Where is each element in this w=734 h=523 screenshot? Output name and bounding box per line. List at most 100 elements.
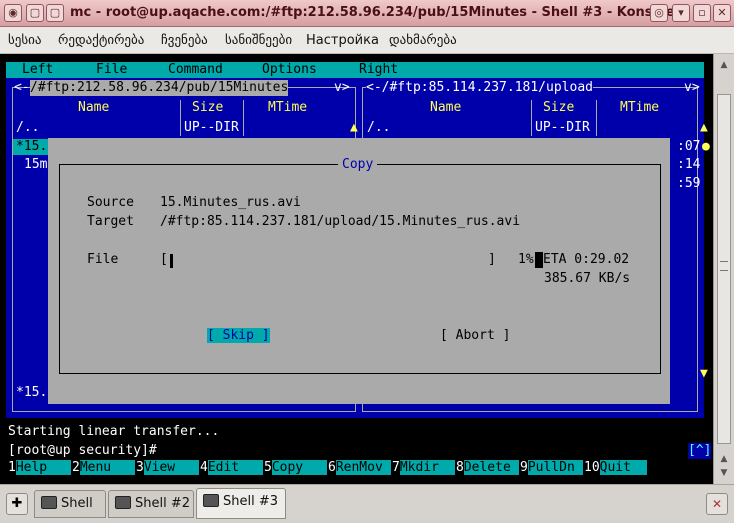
left-panel-path[interactable]: /#ftp:212.58.96.234/pub/15Minutes	[30, 80, 289, 96]
tab-shell-2[interactable]: Shell #2	[108, 490, 194, 518]
window-menu-icon[interactable]: ◉	[4, 4, 22, 22]
progress-percent: 1%	[518, 252, 534, 267]
terminal-area[interactable]: Left File Command Options Right <- /#ftp…	[0, 54, 713, 484]
window-title: mc - root@up.aqache.com:/#ftp:212.58.96.…	[70, 5, 675, 20]
console-scroll-marker[interactable]: [^]	[688, 443, 712, 459]
right-mtime-1: :07	[677, 139, 701, 154]
maximize-icon[interactable]: ▫	[693, 4, 711, 22]
fkey-view[interactable]: 3View	[136, 460, 199, 477]
left-panel-history[interactable]: v>	[334, 80, 350, 96]
tab-bar: ✚ Shell Shell #2 Shell #3 ✕	[0, 484, 734, 523]
fkey-delete[interactable]: 8Delete	[456, 460, 519, 477]
menu-edit[interactable]: რედაქტირება	[58, 33, 144, 48]
grip-icon	[720, 261, 728, 271]
tab-shell-3[interactable]: Shell #3	[196, 488, 286, 519]
menu-view[interactable]: ჩვენება	[161, 33, 208, 48]
mc-menu-right[interactable]: Right	[359, 62, 398, 78]
right-col-divider	[531, 100, 532, 136]
close-icon[interactable]: ✕	[713, 4, 731, 22]
shade-icon[interactable]: ◎	[650, 4, 668, 22]
scroll-up-icon[interactable]: ▲	[718, 60, 730, 74]
skip-button[interactable]: [ Skip ]	[207, 328, 270, 343]
menu-settings[interactable]: Настройка	[306, 33, 379, 48]
right-marker-icon: ●	[702, 139, 710, 154]
left-row-1[interactable]: *15.	[16, 139, 47, 155]
right-col-name[interactable]: Name	[430, 100, 461, 116]
right-updir-size[interactable]: UP--DIR	[535, 120, 590, 136]
copy-dialog-title: Copy	[338, 157, 378, 172]
left-status: *15.	[16, 385, 48, 400]
tab-shell[interactable]: Shell	[34, 490, 106, 518]
left-panel-corner[interactable]: <-	[14, 80, 30, 96]
menubar: სესია რედაქტირება ჩვენება სანიშნეები Нас…	[0, 27, 734, 54]
right-panel-history[interactable]: v>	[684, 80, 700, 96]
tab-label: Shell	[61, 496, 93, 511]
fkey-menu[interactable]: 2Menu	[72, 460, 135, 477]
right-panel-path[interactable]: <-/#ftp:85.114.237.181/upload	[366, 80, 593, 96]
left-row-2[interactable]: 15m	[24, 157, 47, 173]
target-label: Target	[87, 214, 134, 229]
minimize-icon[interactable]: ▾	[672, 4, 690, 22]
window-list-icon[interactable]: ▢	[46, 4, 64, 22]
scrollbar-thumb[interactable]	[717, 94, 731, 444]
terminal-icon	[41, 496, 57, 509]
target-value: /#ftp:85.114.237.181/upload/15.Minutes_r…	[160, 214, 521, 229]
mc-menu-command[interactable]: Command	[168, 62, 223, 78]
progress-bar	[170, 254, 488, 268]
progress-bar-fill	[170, 254, 174, 268]
left-updir-size[interactable]: UP--DIR	[184, 120, 239, 136]
konsole-scrollbar[interactable]: ▲ ▲ ▼	[713, 54, 734, 484]
scroll-down-icon[interactable]: ▼	[718, 468, 730, 480]
menu-help[interactable]: დახმარება	[389, 33, 457, 48]
right-col-mtime[interactable]: MTime	[620, 100, 659, 116]
terminal-icon	[203, 494, 219, 507]
fkey-pulldn[interactable]: 9PullDn	[520, 460, 583, 477]
tab-label: Shell #3	[223, 494, 279, 509]
right-col-divider	[596, 100, 597, 136]
right-col-size[interactable]: Size	[543, 100, 574, 116]
speed-value: 385.67 KB/s	[544, 271, 631, 286]
left-updir-name[interactable]: /..	[16, 120, 39, 136]
console-line: Starting linear transfer...	[8, 424, 220, 439]
left-col-size[interactable]: Size	[192, 100, 223, 116]
fkey-mkdir[interactable]: 7Mkdir	[392, 460, 455, 477]
file-label: File	[87, 252, 119, 267]
right-scroll-up-icon[interactable]: ▲	[700, 120, 708, 136]
source-label: Source	[87, 195, 134, 210]
left-col-divider	[243, 100, 244, 136]
tab-label: Shell #2	[135, 496, 191, 511]
keep-above-icon[interactable]: ▢	[26, 4, 44, 22]
mc-menu-left[interactable]: Left	[22, 62, 53, 78]
window-titlebar[interactable]: ◉ ▢ ▢ mc - root@up.aqache.com:/#ftp:212.…	[0, 0, 734, 27]
right-mtime-3: :59	[677, 176, 701, 191]
menu-session[interactable]: სესია	[8, 33, 42, 48]
copy-dialog-frame	[59, 164, 661, 374]
source-value: 15.Minutes_rus.avi	[160, 195, 301, 210]
mc-menu-options[interactable]: Options	[262, 62, 317, 78]
menu-bookmarks[interactable]: სანიშნეები	[225, 33, 292, 48]
fkey-renmov[interactable]: 6RenMov	[328, 460, 391, 477]
eta-value: ETA 0:29.02	[543, 252, 630, 267]
left-col-name[interactable]: Name	[78, 100, 109, 116]
fkey-quit[interactable]: 10Quit	[584, 460, 647, 477]
left-scroll-up-icon[interactable]: ▲	[350, 120, 358, 136]
right-scroll-down-icon[interactable]: ▼	[700, 366, 708, 382]
scroll-up-icon[interactable]: ▲	[718, 454, 730, 466]
copy-dialog: Copy Source 15.Minutes_rus.avi Target /#…	[48, 138, 670, 404]
mc-menu-file[interactable]: File	[96, 62, 127, 78]
progress-bar-close: ]	[488, 252, 496, 267]
fkey-edit[interactable]: 4Edit	[200, 460, 263, 477]
progress-bar-open: [	[160, 252, 168, 267]
text-cursor	[535, 252, 543, 268]
right-updir-name[interactable]: /..	[367, 120, 390, 136]
new-tab-icon[interactable]: ✚	[6, 493, 28, 515]
left-col-mtime[interactable]: MTime	[268, 100, 307, 116]
close-tab-icon[interactable]: ✕	[706, 493, 728, 515]
terminal-icon	[115, 496, 131, 509]
fkey-copy[interactable]: 5Copy	[264, 460, 327, 477]
abort-button[interactable]: [ Abort ]	[440, 328, 510, 343]
shell-prompt[interactable]: [root@up security]#	[8, 443, 157, 459]
fkey-help[interactable]: 1Help	[8, 460, 71, 477]
left-col-divider	[180, 100, 181, 136]
right-mtime-2: :14	[677, 157, 701, 172]
